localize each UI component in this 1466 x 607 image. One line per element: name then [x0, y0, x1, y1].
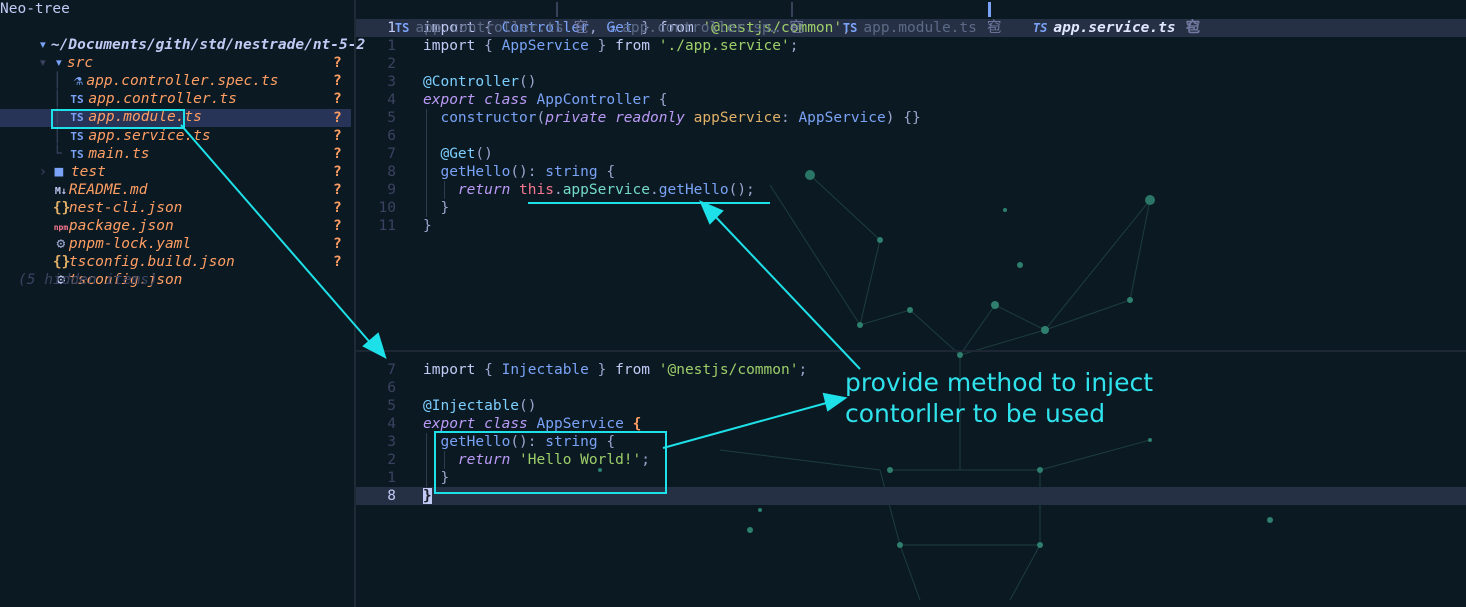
annotation-highlight-box [434, 431, 667, 494]
annotation-text: provide method to inject contorller to b… [845, 367, 1153, 429]
annotation-arrows [180, 124, 861, 449]
annotation-highlight-box [51, 109, 185, 129]
annotation-line-2: contorller to be used [845, 399, 1106, 428]
annotation-line-1: provide method to inject [845, 368, 1154, 397]
